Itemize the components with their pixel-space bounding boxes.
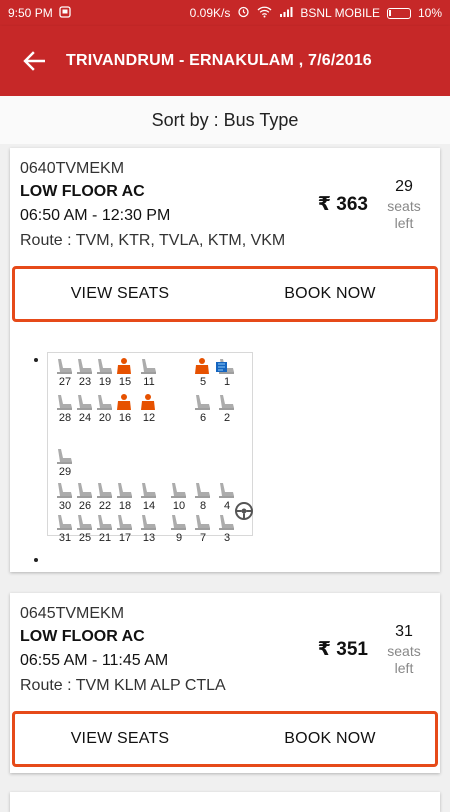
bus-type: LOW FLOOR AC: [20, 628, 145, 645]
list-bullet: [34, 358, 38, 362]
bus-card: [10, 792, 440, 812]
seat-number: 16: [118, 412, 132, 424]
wifi-icon: [257, 6, 272, 21]
seats-label: seats: [387, 643, 421, 659]
seat-number: 20: [98, 412, 112, 424]
seats-left-count: 31: [395, 623, 413, 640]
bus-route: Route : TVM, KTR, TVLA, KTM, VKM: [20, 232, 286, 249]
steering-wheel-icon: [234, 501, 256, 523]
seat-number: 15: [118, 376, 132, 388]
seat-number: 30: [58, 500, 72, 512]
status-time: 9:50 PM: [8, 6, 53, 20]
left-label: left: [394, 660, 414, 676]
seat-number: 24: [78, 412, 92, 424]
fare-price: ₹ 363: [317, 194, 368, 215]
status-bar: 9:50 PM 0.09K/s BSNL MOBILE 10%: [0, 0, 450, 26]
bus-timing: 06:55 AM - 11:45 AM: [20, 652, 169, 669]
view-seats-button[interactable]: VIEW SEATS: [15, 714, 225, 764]
seat-number: 6: [199, 412, 207, 424]
seat-number: 11: [143, 376, 155, 388]
seat-number: 12: [142, 412, 156, 424]
bus-type: LOW FLOOR AC: [20, 183, 145, 200]
seats-left-count: 29: [395, 178, 413, 195]
view-seats-button[interactable]: VIEW SEATS: [15, 269, 225, 319]
bus-code: 0645TVMEKM: [20, 605, 125, 622]
seat-number: 22: [98, 500, 112, 512]
app-bar: TRIVANDRUM - ERNAKULAM , 7/6/2016: [0, 26, 450, 96]
bus-info: 0645TVMEKM LOW FLOOR AC 06:55 AM - 11:45…: [10, 593, 440, 711]
back-arrow-icon: [23, 51, 45, 71]
driver-door-icon: [214, 359, 236, 381]
seat-map: 27 23 19 15 11 5 1 28 24 20 16 12 6 2 29 30 26 22 18 14 10 8 4…: [47, 352, 256, 544]
bus-code: 0640TVMEKM: [20, 160, 125, 177]
seat-number: 10: [172, 500, 186, 512]
seat-number: 3: [223, 532, 231, 544]
seat-number: 29: [58, 466, 72, 478]
book-now-button[interactable]: BOOK NOW: [225, 269, 435, 319]
carrier-name: BSNL MOBILE: [300, 6, 380, 20]
seat-number: 7: [199, 532, 207, 544]
seat-number: 14: [142, 500, 156, 512]
battery-level: 10%: [417, 6, 442, 20]
seat-number: 5: [199, 376, 207, 388]
left-label: left: [394, 215, 414, 231]
seat-number: 9: [175, 532, 183, 544]
seat-number: 18: [118, 500, 132, 512]
seat-number: 2: [223, 412, 231, 424]
seat-number: 26: [78, 500, 92, 512]
network-speed: 0.09K/s: [189, 6, 231, 20]
seats-left: 31 seats left: [376, 621, 432, 677]
page-title: TRIVANDRUM - ERNAKULAM , 7/6/2016: [66, 52, 372, 69]
seats-left: 29 seats left: [376, 176, 432, 232]
book-now-button[interactable]: BOOK NOW: [225, 714, 435, 764]
seat-number: 13: [142, 532, 156, 544]
list-bullet: [34, 558, 38, 562]
bus-card: 0640TVMEKM LOW FLOOR AC 06:50 AM - 12:30…: [10, 148, 440, 572]
battery-icon: [386, 7, 411, 19]
seat-number: 27: [58, 376, 72, 388]
fare-price: ₹ 351: [317, 639, 368, 660]
seats-label: seats: [387, 198, 421, 214]
seat-number: 31: [58, 532, 72, 544]
seat-number: 17: [118, 532, 132, 544]
sort-by-control[interactable]: Sort by : Bus Type: [0, 96, 450, 144]
signal-icon: [279, 6, 293, 21]
seat-number: 25: [78, 532, 92, 544]
seat-number: 23: [78, 376, 92, 388]
alarm-icon: [237, 5, 250, 21]
bus-actions: VIEW SEATS BOOK NOW: [12, 266, 438, 322]
back-button[interactable]: [14, 41, 54, 81]
bus-info: 0640TVMEKM LOW FLOOR AC 06:50 AM - 12:30…: [10, 148, 440, 266]
bus-timing: 06:50 AM - 12:30 PM: [20, 207, 171, 224]
notification-icon: [59, 5, 71, 21]
bus-card: 0645TVMEKM LOW FLOOR AC 06:55 AM - 11:45…: [10, 593, 440, 773]
seat-number: 21: [98, 532, 112, 544]
bus-route: Route : TVM KLM ALP CTLA: [20, 677, 226, 694]
seat-layout-area: 27 23 19 15 11 5 1 28 24 20 16 12 6 2 29 30 26 22 18 14 10 8 4…: [10, 322, 440, 572]
seat-number: 19: [98, 376, 112, 388]
seat-number: 8: [199, 500, 207, 512]
seat-number: 28: [58, 412, 72, 424]
bus-actions: VIEW SEATS BOOK NOW: [12, 711, 438, 767]
